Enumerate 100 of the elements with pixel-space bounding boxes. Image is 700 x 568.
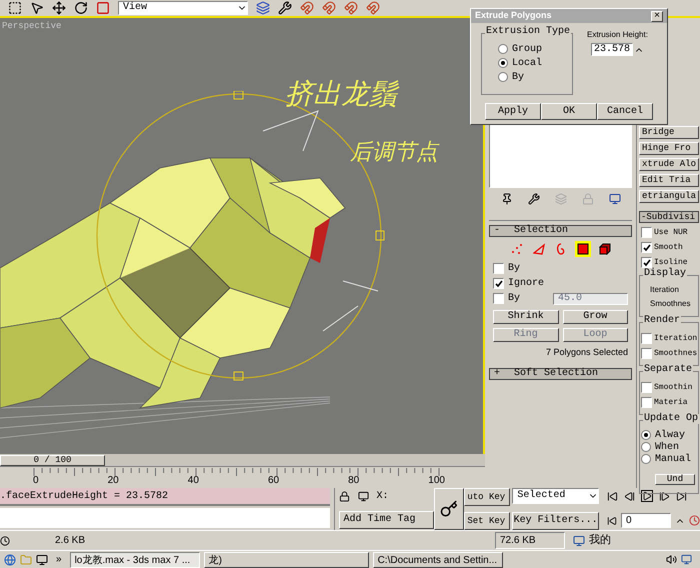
rollout-header[interactable]: - Selection bbox=[489, 225, 632, 237]
browser-icon[interactable] bbox=[4, 554, 16, 566]
dialog-button[interactable]: OK bbox=[541, 103, 597, 120]
radio-button[interactable] bbox=[498, 44, 508, 54]
checkbox[interactable] bbox=[641, 242, 652, 253]
frame-number: 40 bbox=[188, 476, 199, 486]
radio-label: Group bbox=[512, 42, 542, 56]
close-button[interactable]: × bbox=[651, 10, 663, 22]
edit-button[interactable]: Edit Tria bbox=[639, 174, 699, 187]
checkbox[interactable] bbox=[493, 278, 504, 289]
edge-icon bbox=[532, 243, 544, 255]
frame-counter[interactable]: 0 / 100 bbox=[0, 454, 105, 466]
auto-key-button[interactable]: uto Key bbox=[464, 488, 510, 506]
group-title: Render bbox=[643, 316, 682, 326]
group-title: Separate bbox=[643, 365, 694, 375]
previous-frame-icon[interactable] bbox=[624, 490, 636, 502]
desktop-icon[interactable] bbox=[36, 554, 48, 566]
set-key-button[interactable] bbox=[434, 488, 464, 530]
selection-button[interactable]: Shrink bbox=[493, 310, 558, 324]
checkbox-label: Smoothnes bbox=[654, 348, 698, 360]
scale-icon[interactable] bbox=[96, 1, 110, 15]
edit-button[interactable]: xtrude Alo bbox=[639, 158, 699, 171]
checkbox-label: Use NUR bbox=[654, 226, 688, 238]
current-frame-field[interactable]: 0 bbox=[621, 513, 672, 528]
element-icon bbox=[598, 243, 610, 255]
pin-icon[interactable] bbox=[500, 193, 512, 205]
edit-button[interactable]: Bridge bbox=[639, 126, 699, 139]
key-mode-dropdown[interactable]: Selected bbox=[512, 488, 600, 504]
taskbar-button[interactable]: C:\Documents and Settin... bbox=[372, 552, 503, 568]
height-label: Extrusion Height: bbox=[587, 29, 648, 41]
subobject-level-button[interactable] bbox=[596, 241, 612, 257]
set-key-button[interactable]: Set Key bbox=[464, 512, 510, 530]
frame-number: 60 bbox=[268, 476, 280, 486]
checkbox-label: Ignore bbox=[508, 277, 544, 291]
rollout-header[interactable]: + Soft Selection bbox=[489, 368, 632, 380]
group-title: Update Op bbox=[643, 414, 700, 424]
move-icon[interactable] bbox=[52, 1, 66, 15]
edit-button[interactable]: etriangula bbox=[639, 190, 699, 203]
volume-icon[interactable] bbox=[666, 554, 677, 565]
rollout-header[interactable]: -Subdivisi bbox=[639, 211, 699, 223]
more-chevron[interactable]: » bbox=[52, 552, 66, 567]
radio-label: Manual bbox=[655, 452, 692, 466]
key-filters-button[interactable]: Key Filters... bbox=[512, 512, 600, 530]
update-button[interactable]: Und bbox=[655, 474, 695, 485]
rollout-title: Soft Selection bbox=[514, 368, 598, 378]
radio-label: When bbox=[655, 440, 680, 454]
group-title: Extrusion Type bbox=[485, 27, 572, 37]
radio-button[interactable] bbox=[641, 454, 651, 464]
lock-icon[interactable] bbox=[338, 491, 350, 502]
select-region-icon[interactable] bbox=[8, 1, 22, 15]
checkbox[interactable] bbox=[493, 263, 504, 274]
go-to-start-icon[interactable] bbox=[607, 490, 618, 502]
select-object-icon[interactable] bbox=[30, 1, 44, 15]
rotate-icon[interactable] bbox=[74, 1, 88, 15]
magnet-icon[interactable] bbox=[322, 1, 336, 15]
annotation-text: 挤出龙鬚 bbox=[285, 73, 397, 115]
radio-button[interactable] bbox=[641, 442, 651, 452]
edit-button[interactable]: Hinge Fro bbox=[639, 142, 699, 155]
next-frame-icon[interactable] bbox=[659, 490, 670, 502]
frame-number: 0 bbox=[33, 476, 39, 486]
computer-label: 我的 bbox=[589, 533, 611, 548]
magnet-icon[interactable] bbox=[366, 1, 380, 15]
checkbox-label: Smooth bbox=[654, 242, 683, 254]
wrench-icon[interactable] bbox=[528, 193, 540, 205]
checkbox[interactable] bbox=[641, 397, 652, 408]
vertex-icon bbox=[510, 243, 522, 255]
radio-button[interactable] bbox=[498, 72, 508, 82]
script-input-field[interactable] bbox=[0, 508, 330, 528]
radio-button[interactable] bbox=[641, 430, 651, 440]
checkbox-label: By bbox=[508, 292, 520, 306]
play-icon[interactable] bbox=[641, 490, 654, 502]
checkbox[interactable] bbox=[493, 293, 504, 304]
magnet-icon[interactable] bbox=[300, 1, 314, 15]
magnet-icon[interactable] bbox=[344, 1, 358, 15]
checkbox[interactable] bbox=[641, 257, 652, 268]
selection-button[interactable]: Grow bbox=[562, 310, 628, 324]
height-field[interactable]: 23.578 bbox=[590, 43, 633, 56]
taskbar-button[interactable]: lo龙教.max - 3ds max 7 ... bbox=[70, 552, 200, 568]
checkbox[interactable] bbox=[641, 382, 652, 393]
angle-field[interactable]: 45.0 bbox=[553, 292, 628, 304]
reference-dropdown[interactable]: View bbox=[118, 1, 248, 15]
frame-number: 20 bbox=[108, 476, 119, 486]
add-time-tag-button[interactable]: Add Time Tag bbox=[338, 511, 434, 529]
radio-label: Local bbox=[512, 56, 542, 70]
dialog-button[interactable]: Cancel bbox=[597, 103, 653, 120]
checkbox-label: By bbox=[508, 262, 520, 276]
checkbox-label: Materia bbox=[654, 396, 688, 408]
frame-number: 80 bbox=[348, 476, 360, 486]
dialog-button[interactable]: Apply bbox=[485, 103, 541, 120]
status-size: 2.6 KB bbox=[55, 534, 86, 548]
taskbar-button[interactable]: 龙) bbox=[204, 552, 369, 568]
checkbox[interactable] bbox=[641, 348, 652, 359]
checkbox[interactable] bbox=[641, 227, 652, 238]
rollout-title: Selection bbox=[514, 226, 568, 236]
radio-button[interactable] bbox=[498, 58, 508, 68]
subobject-level-button[interactable] bbox=[574, 241, 590, 257]
radio-label: By bbox=[512, 70, 524, 84]
time-configuration-icon[interactable] bbox=[689, 515, 700, 526]
checkbox[interactable] bbox=[641, 333, 652, 344]
go-to-end-icon[interactable] bbox=[676, 490, 688, 502]
